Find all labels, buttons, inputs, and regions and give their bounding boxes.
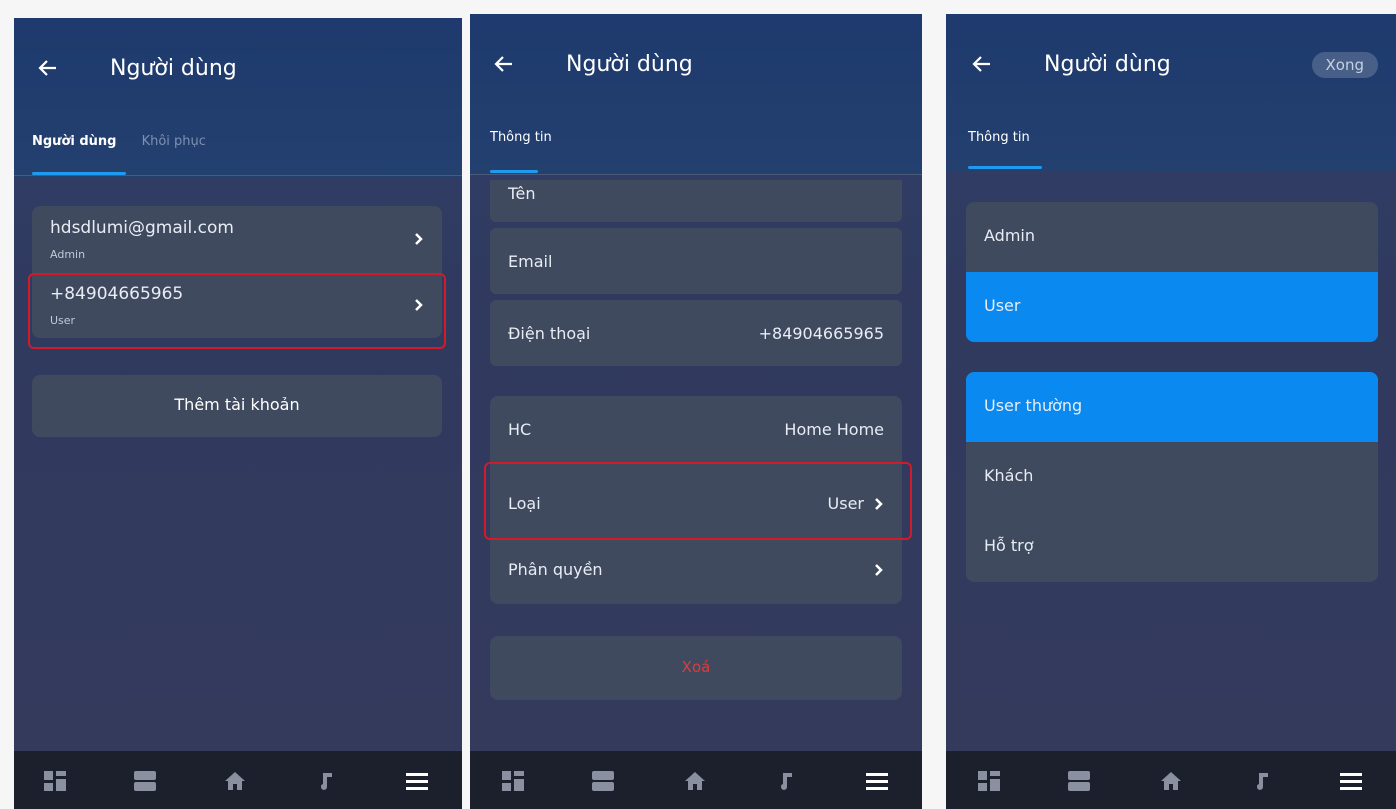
music-icon[interactable] (774, 771, 796, 791)
option-label: User thường (984, 396, 1083, 415)
hc-label: HC (508, 420, 532, 439)
menu-icon[interactable] (866, 771, 888, 791)
permission-row[interactable]: Phân quyền (490, 536, 902, 604)
user-type-group: User thường Khách Hỗ trợ (966, 372, 1378, 582)
delete-label: Xoá (681, 658, 711, 676)
type-option-normal[interactable]: User thường (966, 372, 1378, 442)
tab-restore[interactable]: Khôi phục (142, 134, 206, 149)
screen-user-type: Người dùng Xong Thông tin Admin User Use… (946, 14, 1396, 809)
music-icon[interactable] (314, 771, 336, 791)
back-arrow-icon[interactable] (970, 52, 994, 76)
hc-row[interactable]: HC Home Home (490, 396, 902, 466)
option-label: Khách (984, 466, 1034, 485)
type-option-guest[interactable]: Khách (966, 442, 1378, 512)
music-icon[interactable] (1250, 771, 1272, 791)
hc-value: Home Home (784, 420, 884, 439)
add-account-button[interactable]: Thêm tài khoản (32, 375, 442, 437)
tab-info[interactable]: Thông tin (968, 130, 1030, 145)
tab-users[interactable]: Người dùng (32, 134, 116, 149)
phone-value: +84904665965 (758, 324, 884, 343)
menu-icon[interactable] (1340, 771, 1362, 791)
delete-button[interactable]: Xoá (490, 636, 902, 700)
home-icon[interactable] (224, 771, 246, 791)
tab-indicator (968, 166, 1042, 169)
done-button[interactable]: Xong (1311, 52, 1378, 78)
divider (14, 175, 462, 176)
dashboard-icon[interactable] (44, 771, 66, 791)
tab-bar: Thông tin (968, 126, 1050, 145)
bottom-nav (470, 751, 922, 809)
option-label: Hỗ trợ (984, 536, 1034, 555)
dashboard-icon[interactable] (978, 771, 1000, 791)
header: Người dùng Người dùng Khôi phục (14, 18, 462, 178)
name-label: Tên (508, 184, 536, 203)
page-title: Người dùng (110, 56, 237, 81)
account-row-admin[interactable]: hdsdlumi@gmail.com Admin (32, 206, 442, 272)
tab-bar: Người dùng Khôi phục (32, 130, 226, 149)
chevron-right-icon (875, 564, 883, 576)
option-label: User (984, 296, 1021, 315)
header: Người dùng Thông tin (470, 14, 922, 176)
back-arrow-icon[interactable] (36, 56, 60, 80)
rooms-icon[interactable] (134, 771, 156, 791)
type-option-support[interactable]: Hỗ trợ (966, 512, 1378, 582)
tab-bar: Thông tin (490, 126, 572, 145)
account-role: Admin (50, 248, 86, 261)
menu-icon[interactable] (406, 771, 428, 791)
phone-label: Điện thoại (508, 324, 591, 343)
chevron-right-icon (415, 233, 423, 245)
bottom-nav (946, 751, 1396, 809)
page-title: Người dùng (566, 52, 693, 77)
screen-user-info: Người dùng Thông tin Tên Email Điện thoạ… (470, 14, 922, 809)
divider (470, 174, 922, 175)
role-option-user[interactable]: User (966, 272, 1378, 342)
screen-users-list: Người dùng Người dùng Khôi phục hdsdlumi… (14, 18, 462, 809)
tab-indicator (490, 170, 538, 173)
dashboard-icon[interactable] (502, 771, 524, 791)
highlight-box (484, 462, 912, 540)
add-account-label: Thêm tài khoản (174, 395, 300, 414)
permission-label: Phân quyền (508, 560, 603, 579)
email-field[interactable]: Email (490, 228, 902, 294)
home-icon[interactable] (1160, 771, 1182, 791)
account-email: hdsdlumi@gmail.com (50, 218, 234, 238)
option-label: Admin (984, 226, 1035, 245)
bottom-nav (14, 751, 462, 809)
header: Người dùng Xong Thông tin (946, 14, 1396, 172)
role-option-admin[interactable]: Admin (966, 202, 1378, 272)
name-field[interactable]: Tên (490, 180, 902, 222)
phone-field[interactable]: Điện thoại +84904665965 (490, 300, 902, 366)
highlight-box (28, 273, 446, 349)
email-label: Email (508, 252, 553, 271)
home-icon[interactable] (684, 771, 706, 791)
role-group: Admin User (966, 202, 1378, 342)
rooms-icon[interactable] (1068, 771, 1090, 791)
back-arrow-icon[interactable] (492, 52, 516, 76)
page-title: Người dùng (1044, 52, 1171, 77)
rooms-icon[interactable] (592, 771, 614, 791)
tab-info[interactable]: Thông tin (490, 130, 552, 145)
